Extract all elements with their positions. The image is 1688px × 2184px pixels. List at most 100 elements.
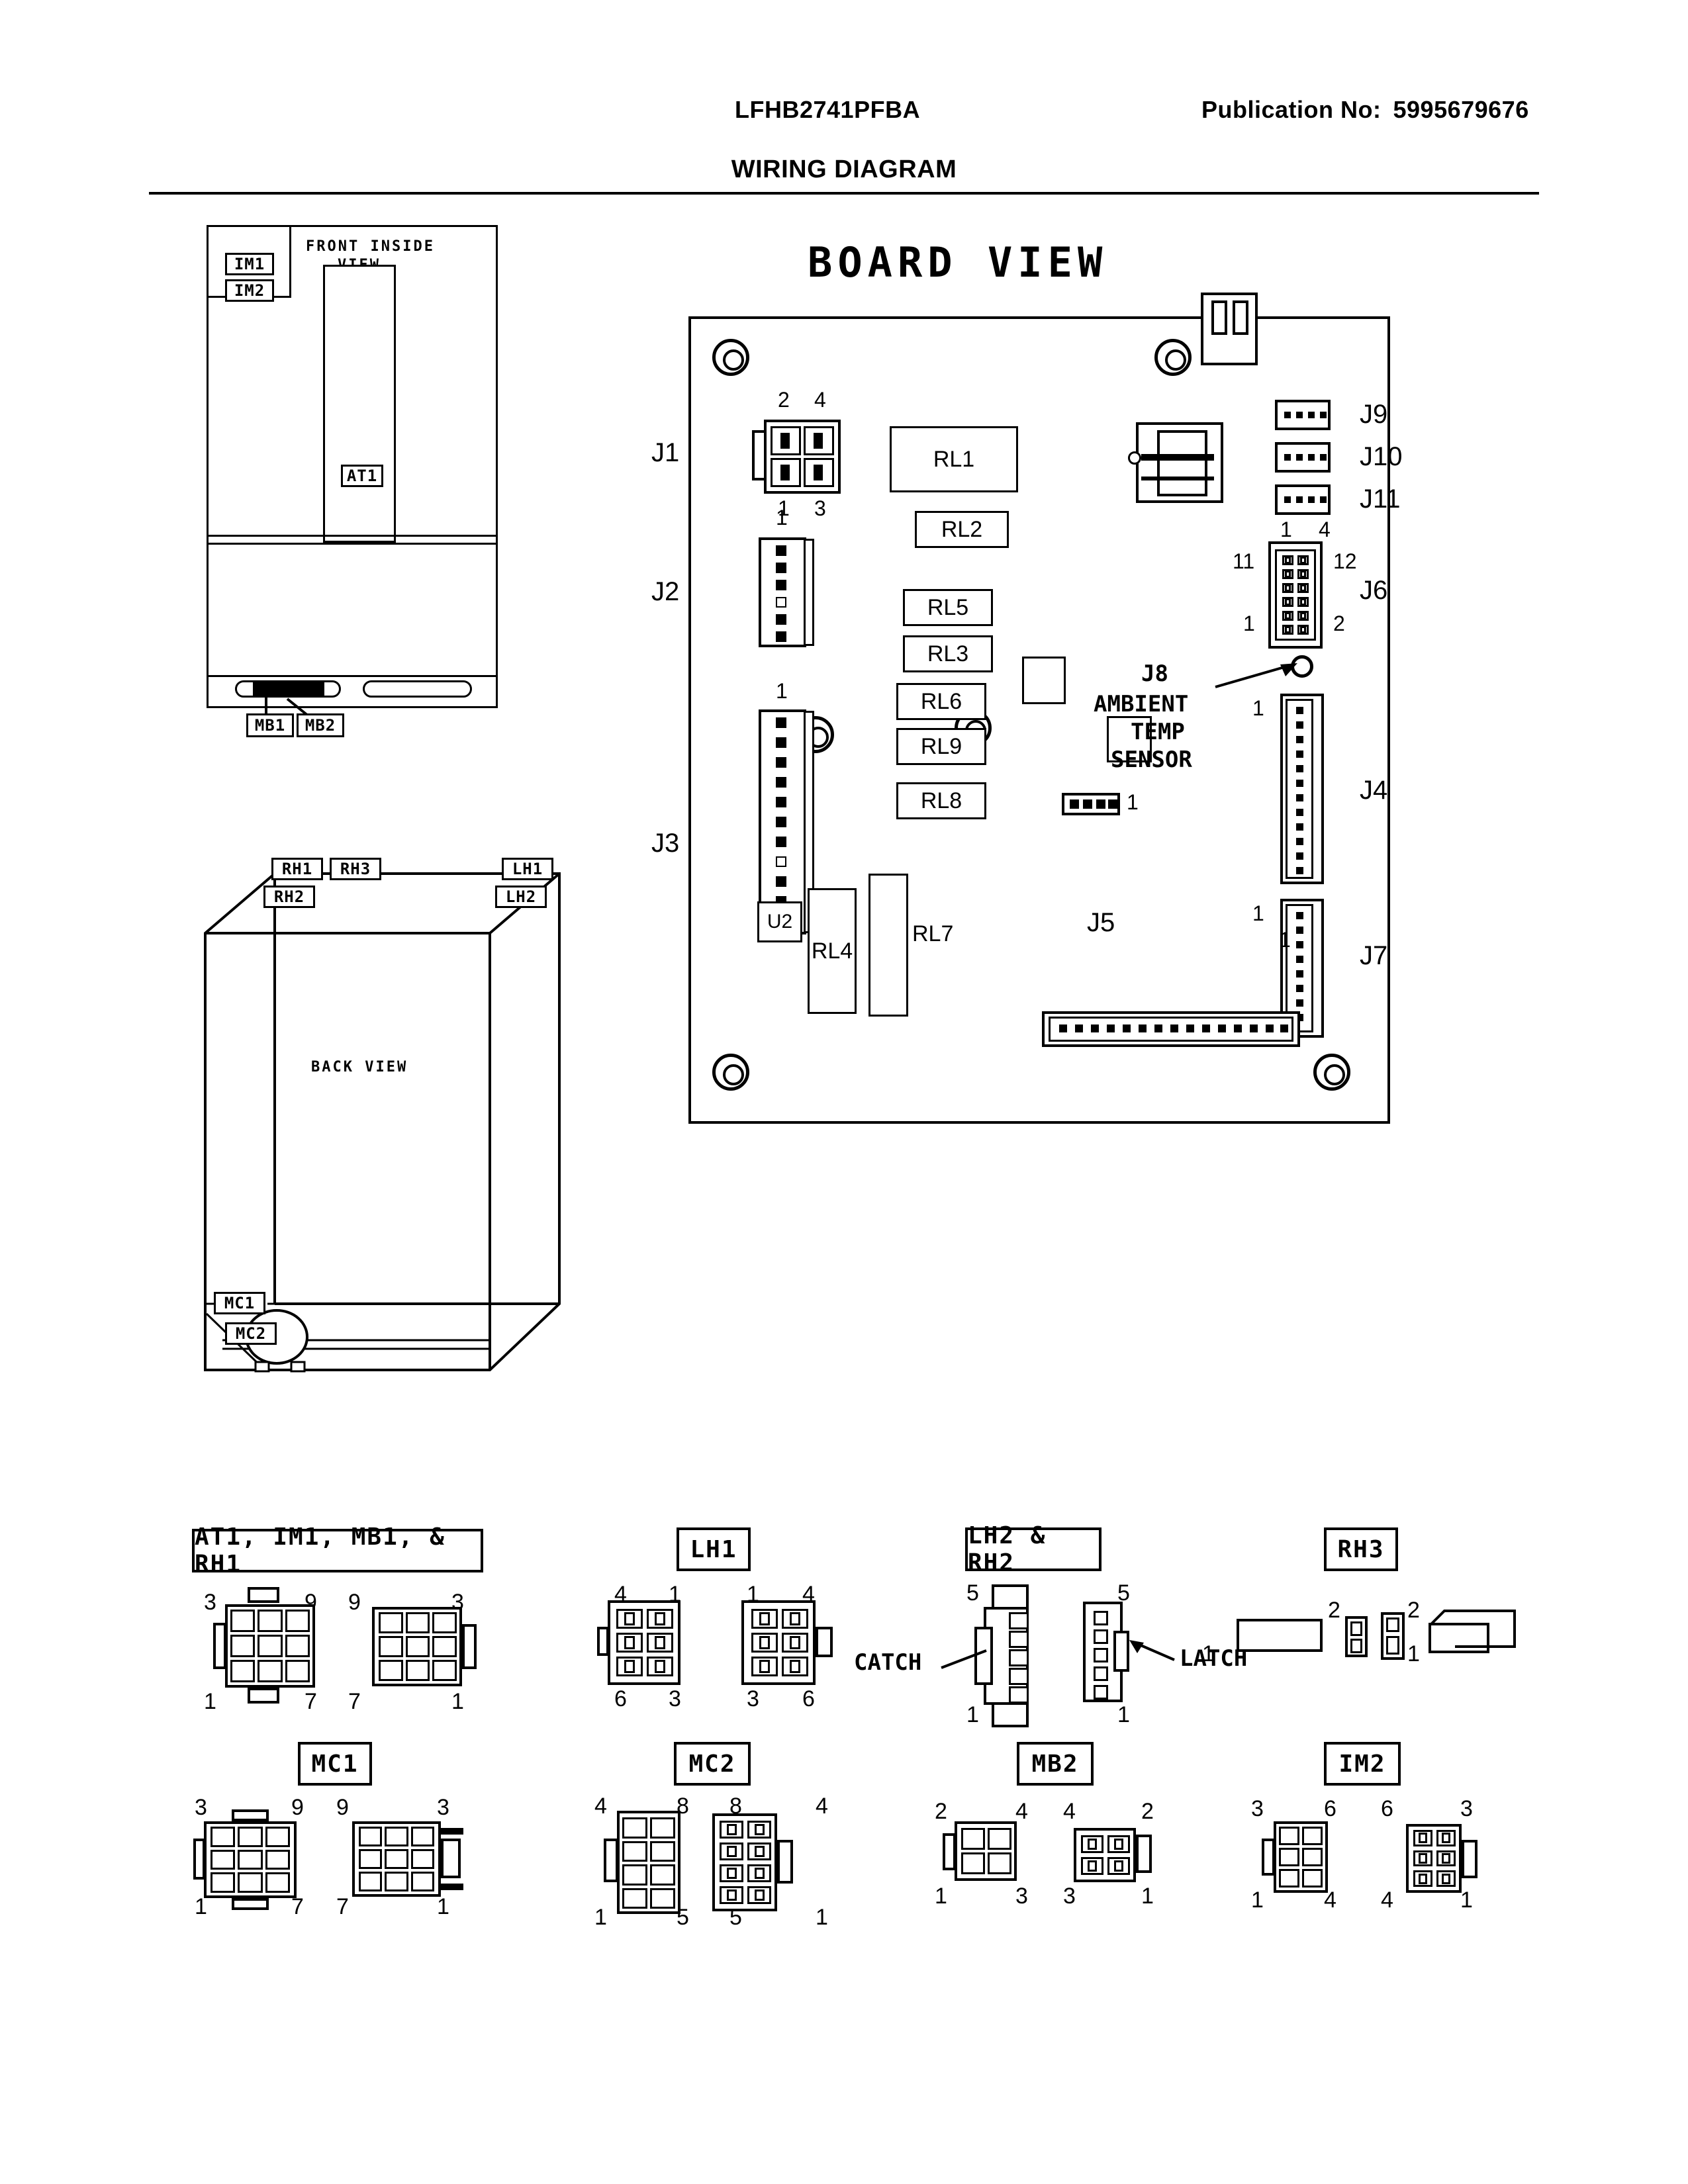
j2-pin-4 [776,597,786,608]
lh1-right-latch [816,1627,833,1657]
mc1-right-tab-bottom [441,1884,463,1890]
j6-pinnum-11: 11 [1233,549,1255,573]
mc2-cavity [650,1817,675,1839]
mc2-left-latch [604,1839,618,1882]
label-mc1: MC1 [214,1292,265,1314]
at1-cavity [258,1635,283,1657]
label-rh3: RH3 [330,858,381,880]
mc1-cavity [410,1849,434,1869]
at1-left-pinnum-tl: 3 [204,1590,216,1615]
lh1-cavity [782,1633,808,1653]
at1-cavity [405,1612,430,1633]
j9-pin-3 [1308,412,1315,418]
mc2-left-pinnum-bl: 1 [594,1905,607,1930]
j4-pin-4 [1296,751,1303,758]
at1-right-pinnum-bl: 7 [348,1689,361,1714]
j6-cavity [1297,555,1309,565]
j10-pin-3 [1308,454,1315,461]
j4-pin-11 [1296,852,1303,860]
mc2-cavity [622,1888,647,1909]
im2-cavity [1413,1850,1432,1867]
lh2-left-pinnum-bottom: 1 [966,1702,979,1727]
im2-right-grid [1411,1828,1458,1889]
catch-annotation: CATCH [854,1649,922,1676]
lh2-left-cavity-3 [1009,1649,1029,1666]
mb2-right-grid [1079,1833,1132,1877]
label-mb2: MB2 [297,713,344,737]
header-divider [149,192,1539,195]
front-drawer-line [207,675,498,677]
j4-pin-2 [1296,721,1303,729]
j4-pin-5 [1296,765,1303,772]
mb2-cavity [988,1852,1011,1874]
j10-pin-1 [1284,454,1291,461]
at1-cavity [432,1660,457,1681]
mc1-left-keying-top [232,1809,269,1821]
mc1-cavity [359,1849,383,1869]
rh3-left-pinnum-bottom: 1 [1202,1641,1215,1666]
mounting-hole-top-left [712,339,749,376]
publication-label: Publication No: [1201,96,1382,123]
transformer-winding-2 [1141,477,1214,480]
front-shelf-line-2 [207,543,498,545]
im2-left-pinnum-tr: 6 [1324,1796,1336,1821]
j8-desc-line3: SENSOR [1111,747,1192,773]
label-rh1: RH1 [271,858,323,880]
j8-desc-line1: AMBIENT [1094,691,1189,717]
mc1-right-latch [441,1839,461,1878]
im2-left-grid [1278,1825,1324,1889]
j9-label: J9 [1360,400,1388,429]
j5-pin [1091,1024,1099,1032]
at1-left-pinnum-bl: 1 [204,1689,216,1714]
at1-cavity [405,1636,430,1657]
j5-pin [1280,1024,1288,1032]
lh1-cavity [616,1633,643,1653]
at1-left-pinnum-br: 7 [305,1689,317,1714]
transformer-winding-1 [1141,454,1214,461]
mc2-cavity [622,1864,647,1886]
front-center-divider [323,265,396,543]
im2-left-pinnum-tl: 3 [1251,1796,1264,1821]
front-view-title-line1: FRONT INSIDE [306,238,435,255]
power-header-body [1201,293,1258,365]
mc1-cavity [238,1872,263,1893]
lh1-cavity [751,1609,778,1629]
j8-label: J8 [1141,660,1168,687]
j6-cavity [1282,625,1293,635]
j5-label: J5 [1087,908,1115,937]
mc2-left-pinnum-tl: 4 [594,1794,607,1819]
lh1-cavity [647,1609,673,1629]
j5-pin [1186,1024,1194,1032]
detail-title-mc1: MC1 [298,1742,372,1786]
j6-pinnum-12: 12 [1333,549,1357,573]
mc1-cavity [359,1827,383,1846]
lh2-left-cavity-2 [1009,1668,1029,1685]
j6-cavity [1297,569,1309,579]
j3-pin-3 [776,757,786,768]
mc2-cavity [720,1843,743,1860]
at1-left-keying-top [248,1587,279,1603]
mc1-cavity [211,1872,236,1893]
im2-cavity [1413,1830,1432,1846]
j1-pin-4 [814,433,823,449]
label-lh1: LH1 [502,858,553,880]
detail-title-rh3: RH3 [1324,1527,1398,1571]
power-header-pin-1 [1211,300,1227,335]
rh3-right-cavity-2 [1386,1617,1399,1632]
lh1-right-pinnum-bl: 3 [747,1686,759,1711]
mc1-cavity [359,1872,383,1891]
detail-title-mb2: MB2 [1017,1742,1094,1786]
control-board: 2 4 1 3 J1 1 J2 1 J3 RL1 RL2 RL5 RL3 RL6… [651,293,1403,1124]
lh2-left-pinnum-top: 5 [966,1580,979,1606]
at1-cavity [379,1660,403,1681]
mc1-right-pinnum-bl: 7 [336,1894,349,1919]
mc1-right-pinnum-tr: 3 [437,1795,449,1820]
j6-pinnum-1: 1 [1243,612,1255,635]
j7-label: J7 [1360,941,1388,970]
mb2-left-pinnum-bl: 1 [935,1884,947,1909]
j2-pin-3 [776,580,786,590]
catch-leader-line [941,1649,987,1669]
lh2-left-cavity-1 [1009,1686,1029,1704]
latch-leader-line [1129,1640,1175,1661]
lh1-right-grid [749,1607,810,1678]
